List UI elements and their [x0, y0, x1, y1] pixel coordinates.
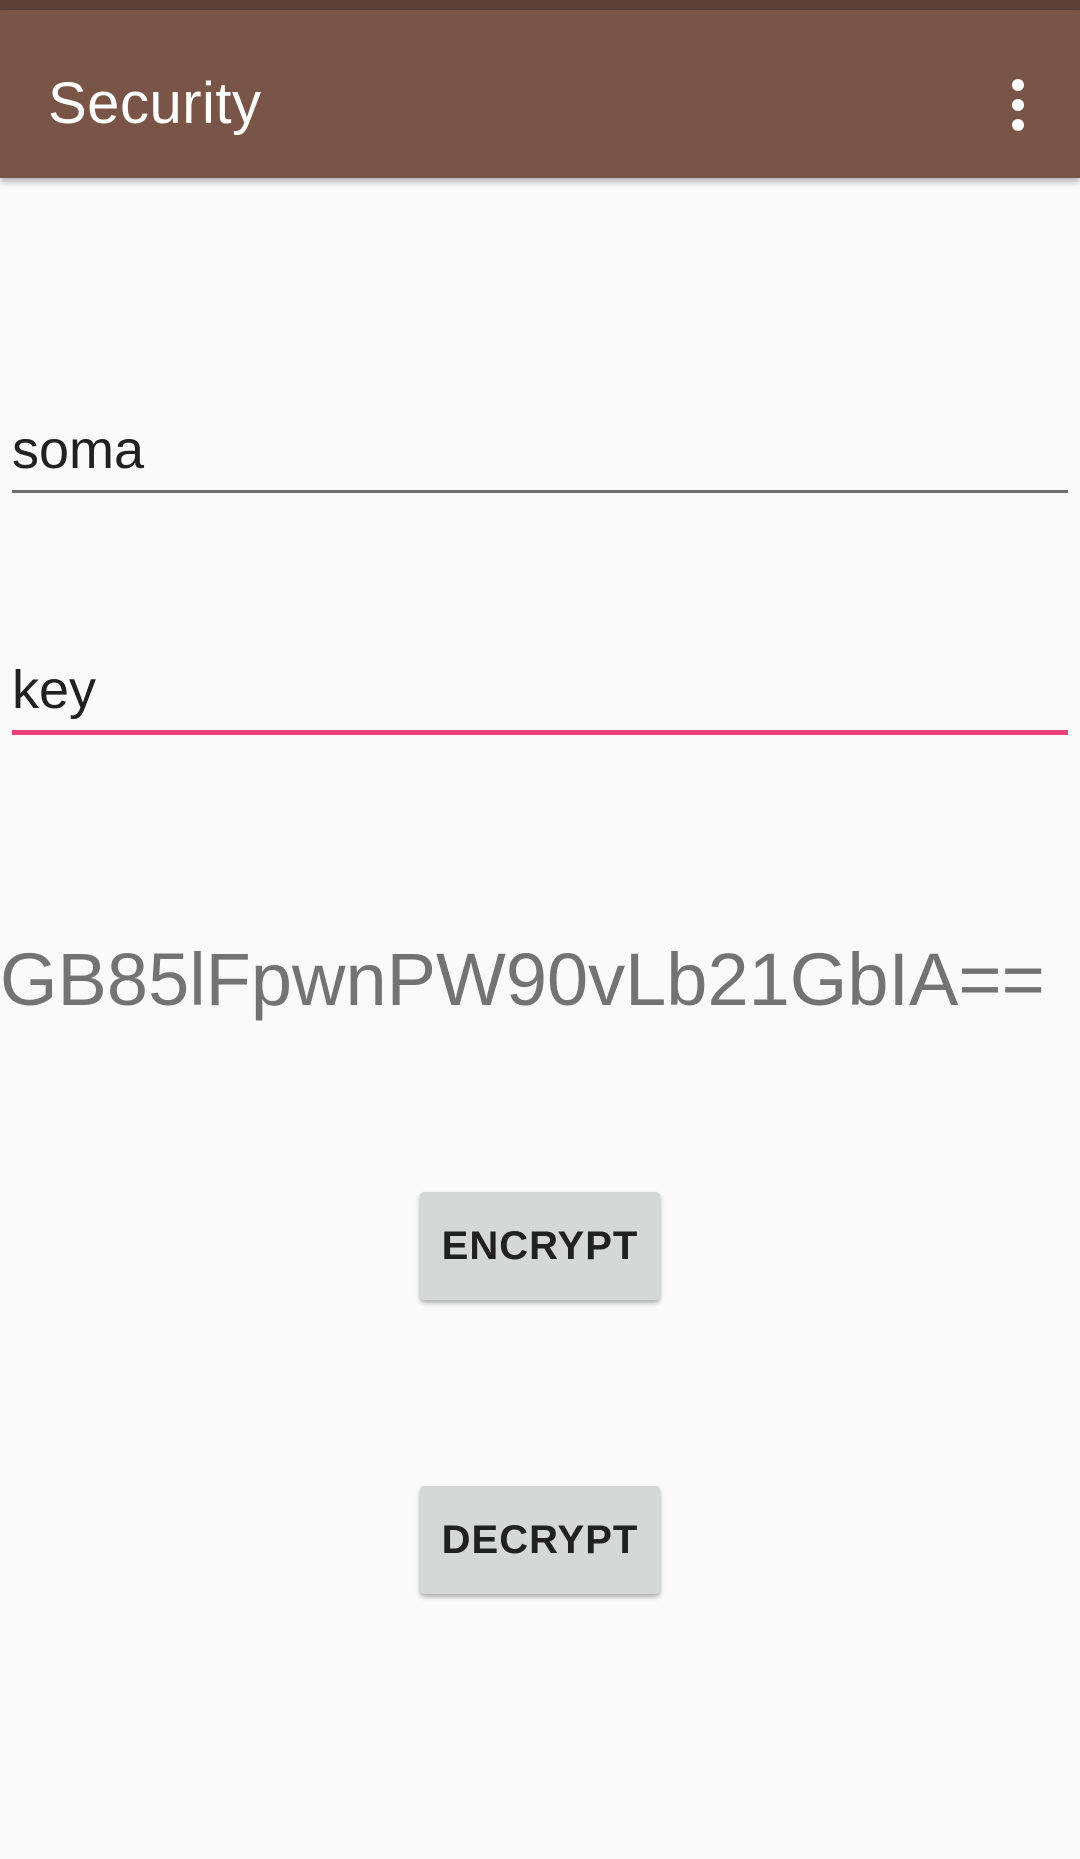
overflow-dot [1012, 79, 1024, 91]
key-underline [12, 730, 1068, 735]
message-underline [12, 490, 1068, 493]
message-input[interactable] [12, 410, 1068, 490]
overflow-dot [1012, 119, 1024, 131]
app-title: Security [48, 71, 262, 136]
message-field [12, 410, 1068, 493]
more-vert-icon[interactable] [980, 50, 1056, 160]
decrypt-button[interactable]: DECRYPT [420, 1486, 660, 1594]
encrypt-button[interactable]: ENCRYPT [420, 1192, 660, 1300]
status-bar [0, 0, 1080, 10]
app-bar: Security [0, 10, 1080, 178]
result-text: GB85lFpwnPW90vLb21GbIA== [0, 938, 1045, 1021]
key-field [12, 650, 1068, 735]
overflow-dot [1012, 99, 1024, 111]
key-input[interactable] [12, 650, 1068, 730]
